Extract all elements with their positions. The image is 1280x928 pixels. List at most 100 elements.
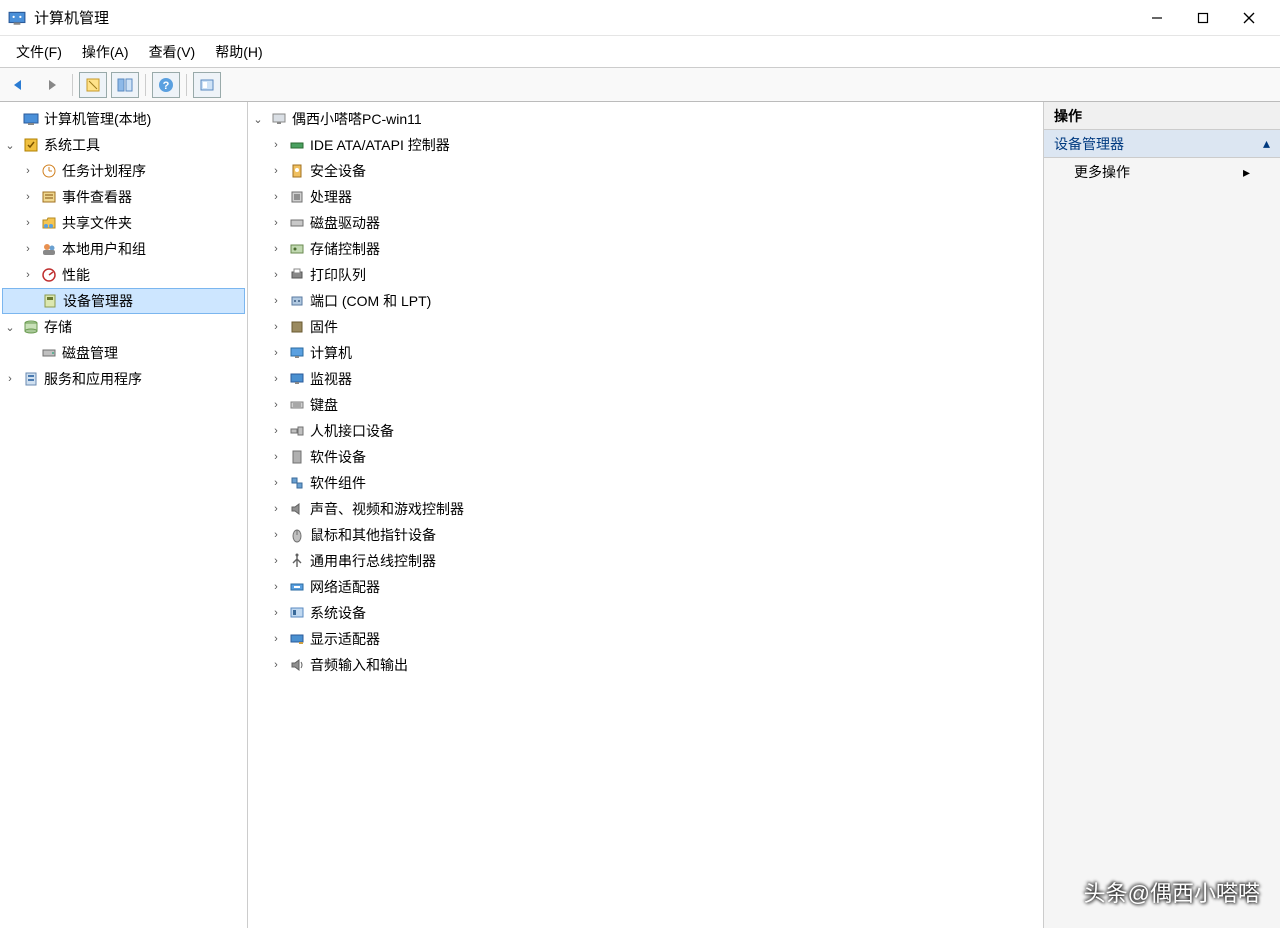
expand-icon[interactable]: › xyxy=(268,633,284,645)
properties-button[interactable] xyxy=(79,72,107,98)
svg-text:?: ? xyxy=(163,80,170,92)
menu-view[interactable]: 查看(V) xyxy=(139,38,206,66)
expand-icon[interactable]: › xyxy=(268,555,284,567)
tree-device-manager[interactable]: 设备管理器 xyxy=(2,288,245,314)
device-storage-controllers[interactable]: ›存储控制器 xyxy=(250,236,1041,262)
help-button[interactable]: ? xyxy=(152,72,180,98)
tree-label: 系统设备 xyxy=(310,603,366,623)
expand-icon[interactable]: › xyxy=(268,295,284,307)
tree-storage[interactable]: ⌄ 存储 xyxy=(2,314,245,340)
system-device-icon xyxy=(288,604,306,622)
tree-label: 磁盘管理 xyxy=(62,343,118,363)
chevron-up-icon: ▴ xyxy=(1263,135,1270,152)
collapse-icon[interactable]: ⌄ xyxy=(2,321,18,334)
tree-disk-management[interactable]: 磁盘管理 xyxy=(2,340,245,366)
menu-file[interactable]: 文件(F) xyxy=(6,38,72,66)
expand-icon[interactable]: › xyxy=(20,217,36,229)
software-component-icon xyxy=(288,474,306,492)
expand-icon[interactable]: › xyxy=(268,581,284,593)
actions-section-device-manager[interactable]: 设备管理器 ▴ xyxy=(1044,130,1280,158)
expand-icon[interactable]: › xyxy=(2,373,18,385)
device-display-adapters[interactable]: ›显示适配器 xyxy=(250,626,1041,652)
tree-system-tools[interactable]: ⌄ 系统工具 xyxy=(2,132,245,158)
expand-icon[interactable]: › xyxy=(268,165,284,177)
toolbar-separator xyxy=(145,74,146,96)
expand-icon[interactable]: › xyxy=(268,191,284,203)
expand-icon[interactable]: › xyxy=(268,243,284,255)
tree-services-apps[interactable]: › 服务和应用程序 xyxy=(2,366,245,392)
keyboard-icon xyxy=(288,396,306,414)
center-device-tree[interactable]: ⌄ 偶西小嗒嗒PC-win11 ›IDE ATA/ATAPI 控制器 ›安全设备… xyxy=(248,102,1044,928)
expand-icon[interactable]: › xyxy=(268,425,284,437)
left-tree-pane[interactable]: 计算机管理(本地) ⌄ 系统工具 › 任务计划程序 › 事件查看器 › 共享文件… xyxy=(0,102,248,928)
tree-event-viewer[interactable]: › 事件查看器 xyxy=(2,184,245,210)
device-firmware[interactable]: ›固件 xyxy=(250,314,1041,340)
toolbar: ? xyxy=(0,68,1280,102)
collapse-icon[interactable]: ⌄ xyxy=(250,113,266,126)
device-security[interactable]: ›安全设备 xyxy=(250,158,1041,184)
actions-pane: 操作 设备管理器 ▴ 更多操作 ▸ xyxy=(1044,102,1280,928)
device-audio-io[interactable]: ›音频输入和输出 xyxy=(250,652,1041,678)
device-root-pc[interactable]: ⌄ 偶西小嗒嗒PC-win11 xyxy=(250,106,1041,132)
expand-icon[interactable]: › xyxy=(268,269,284,281)
maximize-button[interactable] xyxy=(1180,2,1226,34)
expand-icon[interactable]: › xyxy=(268,321,284,333)
tree-label: 通用串行总线控制器 xyxy=(310,551,436,571)
device-disk-drives[interactable]: ›磁盘驱动器 xyxy=(250,210,1041,236)
device-processors[interactable]: ›处理器 xyxy=(250,184,1041,210)
device-keyboards[interactable]: ›键盘 xyxy=(250,392,1041,418)
device-monitors[interactable]: › 监视器 xyxy=(250,366,1041,392)
computer-management-icon xyxy=(22,110,40,128)
device-mice[interactable]: ›鼠标和其他指针设备 xyxy=(250,522,1041,548)
tree-task-scheduler[interactable]: › 任务计划程序 xyxy=(2,158,245,184)
collapse-icon[interactable]: ⌄ xyxy=(2,139,18,152)
actions-section-label: 设备管理器 xyxy=(1054,134,1124,154)
ide-icon xyxy=(288,136,306,154)
expand-icon[interactable]: › xyxy=(268,607,284,619)
device-sound-video-game[interactable]: › 声音、视频和游戏控制器 xyxy=(250,496,1041,522)
minimize-button[interactable] xyxy=(1134,2,1180,34)
menu-help[interactable]: 帮助(H) xyxy=(205,38,272,66)
device-ide-atapi[interactable]: ›IDE ATA/ATAPI 控制器 xyxy=(250,132,1041,158)
device-network-adapters[interactable]: ›网络适配器 xyxy=(250,574,1041,600)
expand-icon[interactable]: › xyxy=(20,269,36,281)
expand-icon[interactable]: › xyxy=(268,217,284,229)
device-ports[interactable]: ›端口 (COM 和 LPT) xyxy=(250,288,1041,314)
actions-more[interactable]: 更多操作 ▸ xyxy=(1044,158,1280,186)
expand-icon[interactable]: › xyxy=(268,373,284,385)
tree-local-users[interactable]: › 本地用户和组 xyxy=(2,236,245,262)
system-tools-icon xyxy=(22,136,40,154)
app-icon xyxy=(8,9,26,27)
device-hid[interactable]: ›人机接口设备 xyxy=(250,418,1041,444)
tree-label: 声音、视频和游戏控制器 xyxy=(310,499,464,519)
device-usb-controllers[interactable]: › 通用串行总线控制器 xyxy=(250,548,1041,574)
expand-icon[interactable]: › xyxy=(268,529,284,541)
device-software-devices[interactable]: ›软件设备 xyxy=(250,444,1041,470)
nav-forward-button[interactable] xyxy=(38,72,66,98)
expand-icon[interactable]: › xyxy=(268,451,284,463)
tree-label: 监视器 xyxy=(310,369,352,389)
tree-shared-folders[interactable]: › 共享文件夹 xyxy=(2,210,245,236)
expand-icon[interactable]: › xyxy=(268,503,284,515)
tree-performance[interactable]: › 性能 xyxy=(2,262,245,288)
device-print-queues[interactable]: ›打印队列 xyxy=(250,262,1041,288)
close-button[interactable] xyxy=(1226,2,1272,34)
device-computer[interactable]: ›计算机 xyxy=(250,340,1041,366)
nav-back-button[interactable] xyxy=(6,72,34,98)
refresh-button[interactable] xyxy=(193,72,221,98)
expand-icon[interactable]: › xyxy=(268,659,284,671)
device-system-devices[interactable]: › 系统设备 xyxy=(250,600,1041,626)
expand-icon[interactable]: › xyxy=(20,165,36,177)
device-software-components[interactable]: ›软件组件 xyxy=(250,470,1041,496)
expand-icon[interactable]: › xyxy=(268,347,284,359)
expand-icon[interactable]: › xyxy=(268,477,284,489)
expand-icon[interactable]: › xyxy=(20,243,36,255)
show-hide-button[interactable] xyxy=(111,72,139,98)
cpu-icon xyxy=(288,188,306,206)
tree-root-computer-management[interactable]: 计算机管理(本地) xyxy=(2,106,245,132)
expand-icon[interactable]: › xyxy=(20,191,36,203)
toolbar-separator xyxy=(186,74,187,96)
expand-icon[interactable]: › xyxy=(268,399,284,411)
menu-action[interactable]: 操作(A) xyxy=(72,38,139,66)
expand-icon[interactable]: › xyxy=(268,139,284,151)
